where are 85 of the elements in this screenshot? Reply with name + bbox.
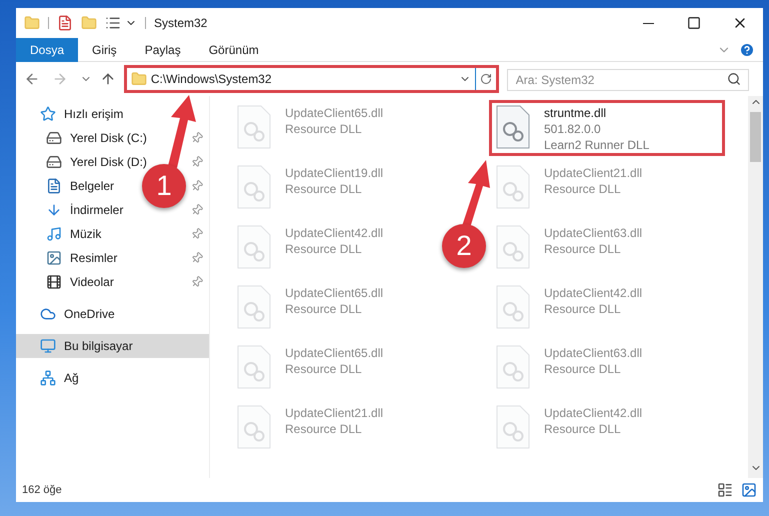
file-detail: Resource DLL: [544, 241, 622, 257]
file-detail: Learn2 Runner DLL: [544, 137, 650, 153]
file-name: UpdateClient42.dll: [285, 225, 384, 241]
file-name: UpdateClient65.dll: [285, 345, 384, 361]
file-gear-icon: [496, 345, 530, 389]
file-name: UpdateClient65.dll: [285, 285, 384, 301]
file-detail: Resource DLL: [285, 241, 363, 257]
address-field[interactable]: C:\Windows\System32: [126, 68, 476, 90]
network-icon: [40, 370, 56, 386]
file-detail: Resource DLL: [285, 421, 363, 437]
file-gear-icon: [496, 405, 530, 449]
drive-icon: [46, 130, 62, 146]
file-gear-icon: [237, 345, 271, 389]
details-view-icon[interactable]: [717, 482, 733, 498]
ribbon-tab[interactable]: Giriş: [78, 38, 131, 62]
ribbon-tab[interactable]: Paylaş: [130, 38, 195, 62]
drive-icon: [46, 154, 62, 170]
folder-icon[interactable]: [24, 15, 40, 31]
forward-icon[interactable]: [52, 71, 68, 87]
file-gear-icon: [237, 165, 271, 209]
document-icon: [46, 178, 62, 194]
file-detail: Resource DLL: [285, 121, 363, 137]
file-gear-icon: [237, 105, 271, 149]
callout-arrow: [462, 160, 490, 228]
back-icon[interactable]: [24, 71, 40, 87]
file-name: UpdateClient21.dll: [285, 405, 384, 421]
file-name: UpdateClient42.dll: [544, 285, 642, 301]
file-gear-icon: [496, 225, 530, 269]
film-icon: [46, 274, 62, 290]
file-name: UpdateClient19.dll: [285, 165, 384, 181]
scrollbar[interactable]: [748, 96, 763, 478]
file-gear-icon: [496, 105, 530, 149]
file-name: UpdateClient42.dll: [544, 405, 642, 421]
file-detail: Resource DLL: [285, 301, 363, 317]
nav-item[interactable]: Hızlı erişim: [16, 102, 209, 126]
file-name: UpdateClient21.dll: [544, 165, 642, 181]
monitor-icon: [40, 338, 56, 354]
file-name: struntme.dll: [544, 105, 608, 121]
view-icon[interactable]: [105, 15, 121, 31]
file-gear-icon: [237, 285, 271, 329]
nav-item[interactable]: Belgeler: [46, 175, 118, 197]
large-icons-view-icon[interactable]: [741, 482, 757, 498]
maximize-icon: [687, 16, 701, 30]
nav-item[interactable]: Videolar: [46, 271, 118, 293]
nav-item[interactable]: Bu bilgisayar: [16, 334, 209, 358]
nav-item[interactable]: Ağ: [16, 366, 209, 390]
file-detail: Resource DLL: [544, 361, 622, 377]
folder-icon: [130, 71, 147, 87]
file-gear-icon: [496, 165, 530, 209]
refresh-icon: [480, 73, 492, 85]
nav-item[interactable]: İndirmeler: [46, 199, 128, 221]
file-name: UpdateClient65.dll: [285, 105, 384, 121]
nav-item[interactable]: Resimler: [46, 247, 122, 269]
file-gear-icon: [237, 225, 271, 269]
cloud-icon: [40, 306, 56, 322]
file-gear-icon: [496, 285, 530, 329]
ribbon-tab[interactable]: Dosya: [16, 38, 78, 62]
nav-item[interactable]: Yerel Disk (C:): [46, 127, 151, 149]
window-title: System32: [154, 15, 208, 32]
ribbon-tab[interactable]: Görünüm: [194, 38, 273, 62]
download-icon: [46, 202, 62, 218]
file-detail: Resource DLL: [544, 301, 622, 317]
file-detail: Resource DLL: [544, 421, 622, 437]
file-gear-icon: [237, 405, 271, 449]
properties-icon[interactable]: [57, 15, 73, 31]
image-icon: [46, 250, 62, 266]
help-icon[interactable]: [739, 42, 755, 58]
nav-item[interactable]: Müzik: [46, 223, 106, 245]
search-field[interactable]: Ara: System32: [506, 69, 750, 91]
file-detail: Resource DLL: [285, 361, 363, 377]
item-count: 162 öğe: [22, 482, 62, 498]
search-icon: [727, 72, 742, 86]
file-detail: Resource DLL: [544, 181, 622, 197]
file-detail: 501.82.0.0: [544, 121, 602, 137]
new-folder-icon[interactable]: [81, 15, 97, 31]
scroll-thumb[interactable]: [750, 112, 761, 162]
minimize-icon: [642, 22, 654, 24]
file-item[interactable]: struntme.dll 501.82.0.0 Learn2 Runner DLL: [489, 100, 725, 156]
file-name: UpdateClient63.dll: [544, 345, 642, 361]
file-name: UpdateClient63.dll: [544, 225, 642, 241]
up-icon[interactable]: [100, 71, 116, 87]
nav-item[interactable]: OneDrive: [16, 302, 209, 326]
star-icon: [40, 106, 56, 122]
music-note-icon: [46, 226, 62, 242]
file-detail: Resource DLL: [285, 181, 363, 197]
